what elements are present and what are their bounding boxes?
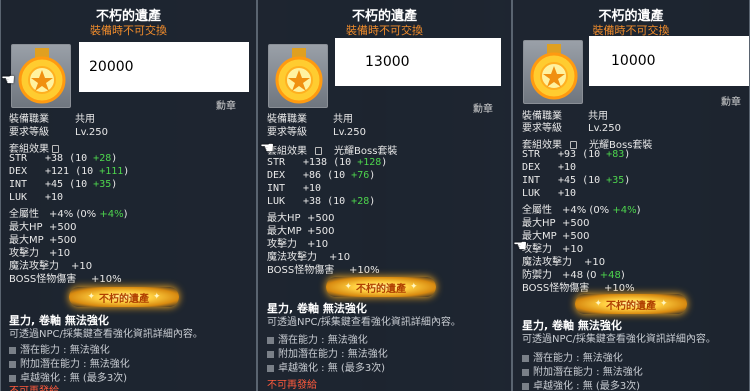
potential-row: 附加潛在能力 : 無法強化	[522, 363, 643, 378]
stat-row: LUK +10	[9, 192, 64, 203]
stat-row: STR +93 (10 +83)	[522, 149, 631, 160]
star-icon: ✦	[594, 299, 602, 309]
enhance-desc: 可透過NPC/採集鍵查看強化資訊詳細內容。	[267, 317, 461, 328]
stat-row: BOSS怪物傷害 +10%	[267, 265, 380, 276]
price-input-box[interactable]: 13000	[335, 38, 501, 86]
star-icon: ✦	[344, 282, 352, 292]
item-category: 勳章	[473, 104, 493, 115]
stat-row: STR +138 (10 +128)	[267, 157, 388, 168]
price-input-box[interactable]: 10000	[589, 36, 749, 86]
potential-row: 潛在能力 : 無法強化	[267, 331, 368, 346]
price-value: 13000	[365, 54, 410, 70]
item-banner: ✦ 不朽的遺產 ✦	[69, 287, 179, 307]
medal-icon	[530, 44, 578, 100]
medal-icon	[18, 48, 66, 104]
lock-icon	[570, 141, 577, 149]
price-value: 20000	[89, 59, 134, 75]
trade-restriction: 裝備時不可交換	[90, 24, 167, 37]
item-tooltip-panel-3: 不朽的遺產 裝備時不可交換 10000 勳章 裝備職業 共用 要求等級 Lv.250…	[512, 0, 750, 391]
lock-icon	[52, 145, 59, 153]
item-icon-frame	[11, 44, 71, 108]
stat-row: INT +10	[267, 183, 322, 194]
stat-row: INT +45 (10 +35)	[9, 179, 118, 190]
cursor-hand-icon: ☚	[1, 70, 16, 89]
star-icon: ✦	[87, 292, 95, 302]
stat-row: STR +38 (10 +28)	[9, 153, 118, 164]
item-tooltip-panel-2: 不朽的遺產 裝備時不可交換 13000 勳章 裝備職業 共用 要求等級 Lv.250…	[257, 0, 512, 391]
item-category: 勳章	[721, 97, 741, 108]
enhance-desc: 可透過NPC/採集鍵查看強化資訊詳細內容。	[9, 329, 203, 340]
potential-row: 附加潛在能力 : 無法強化	[267, 345, 388, 360]
req-level-value: Lv.250	[75, 127, 108, 138]
enhance-desc: 可透過NPC/採集鍵查看強化資訊詳細內容。	[522, 334, 716, 345]
star-icon: ✦	[660, 299, 668, 309]
item-banner: ✦ 不朽的遺產 ✦	[575, 294, 687, 314]
cursor-hand-icon: ☚	[513, 236, 528, 255]
stat-row: DEX +10	[522, 162, 577, 173]
price-input-box[interactable]: 20000	[79, 42, 249, 92]
item-icon-frame	[523, 40, 583, 104]
price-value: 10000	[611, 53, 656, 69]
stat-row: BOSS怪物傷害 +10%	[522, 283, 635, 294]
potential-row: 卓越強化 : 無 (最多3次)	[267, 359, 385, 374]
trade-restriction: 裝備時不可交換	[346, 24, 423, 37]
stat-row: BOSS怪物傷害 +10%	[9, 274, 122, 285]
stat-row: DEX +86 (10 +76)	[267, 170, 376, 181]
item-category: 勳章	[216, 101, 236, 112]
set-effect-row: 套組效果 光耀Boss套裝	[267, 146, 398, 157]
set-name: 光耀Boss套裝	[334, 146, 398, 157]
potential-row: 潛在能力 : 無法強化	[9, 341, 110, 356]
item-tooltip-panel-1: 不朽的遺產 裝備時不可交換 20000 ☚ 勳章 裝備職業 共用 要求等級 Lv.2…	[0, 0, 257, 391]
req-level-label: 要求等級	[9, 127, 49, 138]
cursor-hand-icon: ☚	[260, 138, 275, 157]
req-level-row: 要求等級 Lv.250	[9, 123, 108, 138]
potential-row: 卓越強化 : 無 (最多3次)	[522, 377, 640, 391]
medal-icon	[275, 48, 323, 104]
stat-row: LUK +10	[522, 188, 577, 199]
item-icon-frame	[268, 44, 328, 108]
lock-icon	[315, 147, 322, 155]
req-level-row: 要求等級 Lv.250	[267, 127, 366, 138]
potential-row: 附加潛在能力 : 無法強化	[9, 355, 130, 370]
stat-row: INT +45 (10 +35)	[522, 175, 631, 186]
item-banner: ✦ 不朽的遺產 ✦	[326, 277, 436, 297]
footer-note: 不可再發給	[9, 382, 59, 391]
potential-row: 潛在能力 : 無法強化	[522, 349, 623, 364]
stat-row: DEX +121 (10 +111)	[9, 166, 130, 177]
req-level-row: 要求等級 Lv.250	[522, 123, 621, 134]
footer-note: 不可再發給	[267, 380, 317, 391]
star-icon: ✦	[153, 292, 161, 302]
star-icon: ✦	[410, 282, 418, 292]
stat-row: LUK +38 (10 +28)	[267, 196, 376, 207]
